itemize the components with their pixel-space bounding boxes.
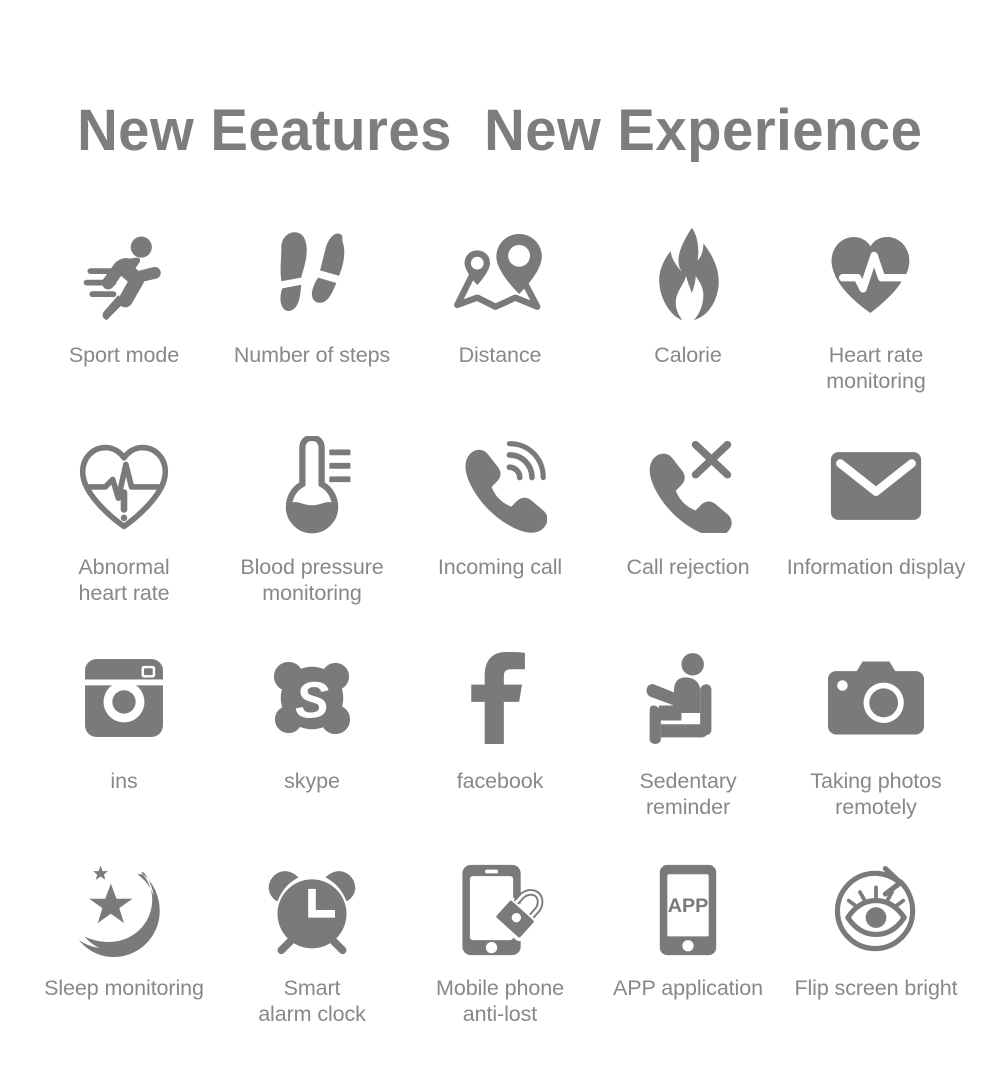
phone-reject-icon — [634, 434, 742, 538]
phone-app-icon: APP — [634, 858, 742, 962]
map-pins-icon — [446, 222, 554, 326]
feature-label: APP application — [613, 976, 763, 1000]
feature-label: Calorie — [654, 343, 722, 367]
feature-item-call-rejection[interactable]: Call rejection — [594, 434, 782, 646]
feature-item-sport-mode[interactable]: Sport mode — [30, 222, 218, 434]
feature-label: Sleep monitoring — [44, 976, 204, 1000]
flame-icon — [634, 222, 742, 326]
feature-item-sleep-monitoring[interactable]: Sleep monitoring — [30, 858, 218, 1070]
camera-icon — [822, 646, 930, 750]
footsteps-icon — [258, 222, 366, 326]
heart-outline-alert-icon — [70, 434, 178, 538]
page-title-container: New Eeatures New Experience — [0, 96, 1000, 166]
heart-pulse-icon — [822, 222, 930, 326]
feature-item-calorie[interactable]: Calorie — [594, 222, 782, 434]
eye-rotate-icon — [822, 858, 930, 962]
feature-label: facebook — [456, 769, 544, 793]
svg-text:S: S — [295, 672, 329, 729]
envelope-icon — [822, 434, 930, 538]
feature-label: Mobile phone anti-lost — [436, 976, 564, 1026]
feature-grid: Sport mode Number of steps Distance Calo… — [30, 222, 970, 1070]
feature-item-incoming-call[interactable]: Incoming call — [406, 434, 594, 646]
feature-item-facebook[interactable]: facebook — [406, 646, 594, 858]
feature-label: Flip screen bright — [794, 976, 958, 1000]
feature-label: Blood pressure monitoring — [240, 555, 384, 605]
facebook-icon — [446, 646, 554, 750]
alarm-clock-icon — [258, 858, 366, 962]
thermometer-icon — [258, 434, 366, 538]
feature-label: Sedentary reminder — [639, 769, 737, 819]
feature-item-taking-photos-remotely[interactable]: Taking photos remotely — [782, 646, 970, 858]
feature-item-distance[interactable]: Distance — [406, 222, 594, 434]
feature-item-information-display[interactable]: Information display — [782, 434, 970, 646]
skype-icon: S — [258, 646, 366, 750]
phone-incoming-icon — [446, 434, 554, 538]
feature-label: Abnormal heart rate — [78, 555, 170, 605]
feature-overview-page: New Eeatures New Experience Sport mode N… — [0, 0, 1000, 1077]
feature-item-smart-alarm-clock[interactable]: Smart alarm clock — [218, 858, 406, 1070]
moon-stars-icon — [70, 858, 178, 962]
feature-label: ins — [110, 769, 138, 793]
feature-item-app-application[interactable]: APP APP application — [594, 858, 782, 1070]
feature-item-abnormal-heart-rate[interactable]: Abnormal heart rate — [30, 434, 218, 646]
instagram-icon — [70, 646, 178, 750]
page-title: New Eeatures New Experience — [77, 98, 923, 163]
feature-item-mobile-phone-anti-lost[interactable]: Mobile phone anti-lost — [406, 858, 594, 1070]
feature-label: Information display — [786, 555, 966, 579]
feature-label: skype — [284, 769, 340, 793]
feature-label: Taking photos remotely — [810, 769, 942, 819]
svg-text:APP: APP — [668, 895, 709, 917]
feature-item-heart-rate-monitoring[interactable]: Heart rate monitoring — [782, 222, 970, 434]
feature-item-number-of-steps[interactable]: Number of steps — [218, 222, 406, 434]
running-person-icon — [70, 222, 178, 326]
feature-item-blood-pressure-monitoring[interactable]: Blood pressure monitoring — [218, 434, 406, 646]
feature-item-flip-screen-bright[interactable]: Flip screen bright — [782, 858, 970, 1070]
feature-item-skype[interactable]: S skype — [218, 646, 406, 858]
sitting-person-icon — [634, 646, 742, 750]
feature-item-sedentary-reminder[interactable]: Sedentary reminder — [594, 646, 782, 858]
feature-item-ins[interactable]: ins — [30, 646, 218, 858]
feature-label: Incoming call — [437, 555, 563, 579]
feature-label: Number of steps — [233, 343, 391, 367]
feature-label: Sport mode — [68, 343, 180, 367]
feature-label: Call rejection — [626, 555, 750, 579]
phone-lock-icon — [446, 858, 554, 962]
feature-label: Smart alarm clock — [258, 976, 366, 1026]
feature-label: Distance — [458, 343, 542, 367]
feature-label: Heart rate monitoring — [826, 343, 926, 393]
